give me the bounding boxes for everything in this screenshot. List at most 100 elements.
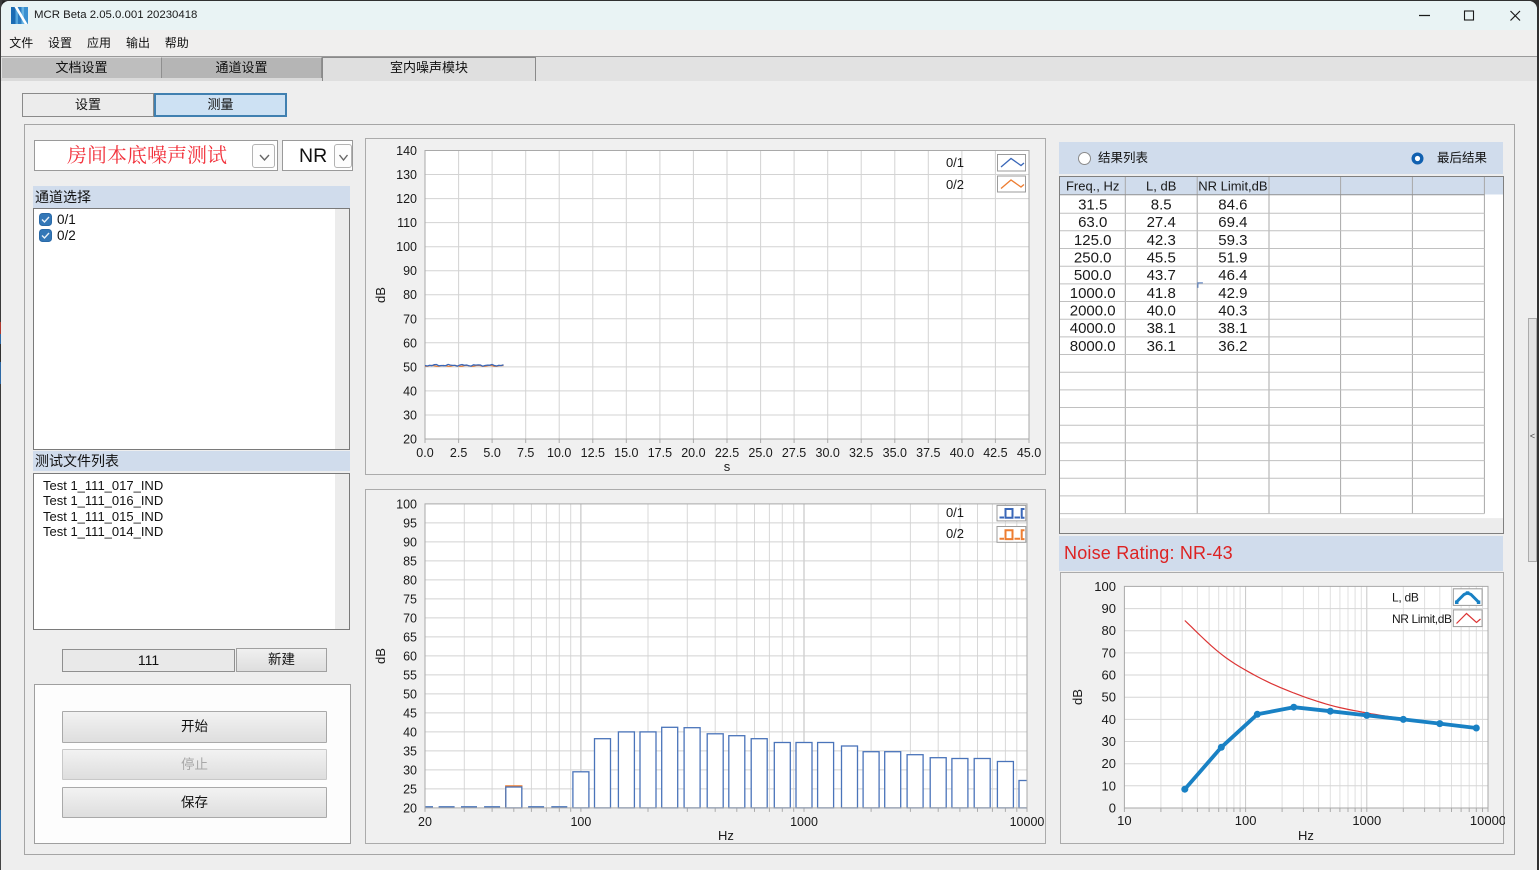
svg-text:70: 70 <box>403 611 417 625</box>
svg-text:50: 50 <box>403 360 417 374</box>
svg-text:8000.0: 8000.0 <box>1070 338 1116 355</box>
svg-text:17.5: 17.5 <box>648 446 672 460</box>
svg-text:84.6: 84.6 <box>1218 197 1247 214</box>
svg-text:32.5: 32.5 <box>849 446 873 460</box>
svg-text:100: 100 <box>1094 579 1116 594</box>
svg-text:46.4: 46.4 <box>1218 267 1247 284</box>
svg-text:20: 20 <box>403 433 417 447</box>
svg-text:140: 140 <box>396 144 417 158</box>
svg-text:0: 0 <box>1109 801 1116 816</box>
svg-text:dB: dB <box>373 648 388 664</box>
svg-text:20: 20 <box>403 801 417 815</box>
svg-text:1000: 1000 <box>1352 813 1381 828</box>
svg-text:s: s <box>724 459 731 474</box>
svg-text:36.1: 36.1 <box>1147 338 1176 355</box>
svg-text:80: 80 <box>1102 623 1116 638</box>
svg-text:45.0: 45.0 <box>1017 446 1041 460</box>
svg-text:40.0: 40.0 <box>950 446 974 460</box>
svg-text:0/1: 0/1 <box>946 505 964 520</box>
svg-text:27.5: 27.5 <box>782 446 806 460</box>
svg-text:40: 40 <box>403 725 417 739</box>
svg-text:22.5: 22.5 <box>715 446 739 460</box>
svg-text:5.0: 5.0 <box>483 446 500 460</box>
svg-text:8.5: 8.5 <box>1151 197 1172 214</box>
svg-text:12.5: 12.5 <box>581 446 605 460</box>
svg-text:27.4: 27.4 <box>1147 214 1176 231</box>
svg-text:41.8: 41.8 <box>1147 285 1176 302</box>
svg-text:10: 10 <box>1102 778 1116 793</box>
svg-text:25: 25 <box>403 782 417 796</box>
svg-text:100: 100 <box>396 497 417 511</box>
svg-text:51.9: 51.9 <box>1218 250 1247 267</box>
svg-text:L, dB: L, dB <box>1392 591 1419 605</box>
svg-text:1000.0: 1000.0 <box>1070 285 1116 302</box>
svg-text:38.1: 38.1 <box>1147 320 1176 337</box>
svg-text:500.0: 500.0 <box>1074 267 1112 284</box>
svg-text:45: 45 <box>403 706 417 720</box>
svg-text:2000.0: 2000.0 <box>1070 303 1116 320</box>
svg-text:69.4: 69.4 <box>1218 214 1247 231</box>
svg-text:dB: dB <box>373 287 388 303</box>
svg-text:15.0: 15.0 <box>614 446 638 460</box>
svg-text:90: 90 <box>403 264 417 278</box>
svg-text:63.0: 63.0 <box>1078 214 1107 231</box>
svg-text:85: 85 <box>403 554 417 568</box>
svg-text:37.5: 37.5 <box>916 446 940 460</box>
svg-text:100: 100 <box>570 815 591 829</box>
svg-text:100: 100 <box>1235 813 1257 828</box>
svg-text:Hz: Hz <box>718 828 734 843</box>
svg-text:90: 90 <box>1102 601 1116 616</box>
svg-text:dB: dB <box>1070 689 1085 705</box>
svg-text:95: 95 <box>403 516 417 530</box>
svg-text:NR Limit,dB: NR Limit,dB <box>1392 612 1452 626</box>
svg-text:36.2: 36.2 <box>1218 338 1247 355</box>
svg-text:70: 70 <box>403 312 417 326</box>
svg-text:100: 100 <box>396 240 417 254</box>
svg-text:0/1: 0/1 <box>946 155 964 170</box>
svg-text:40.0: 40.0 <box>1147 303 1176 320</box>
svg-text:20: 20 <box>1102 756 1116 771</box>
svg-text:120: 120 <box>396 192 417 206</box>
svg-text:50: 50 <box>1102 690 1116 705</box>
svg-text:20.0: 20.0 <box>681 446 705 460</box>
svg-text:60: 60 <box>403 336 417 350</box>
svg-text:0.0: 0.0 <box>416 446 433 460</box>
svg-text:25.0: 25.0 <box>748 446 772 460</box>
svg-text:75: 75 <box>403 592 417 606</box>
svg-text:Hz: Hz <box>1298 828 1314 843</box>
svg-text:4000.0: 4000.0 <box>1070 320 1116 337</box>
svg-text:42.3: 42.3 <box>1147 232 1176 249</box>
svg-text:60: 60 <box>1102 668 1116 683</box>
svg-text:250.0: 250.0 <box>1074 250 1112 267</box>
svg-text:80: 80 <box>403 288 417 302</box>
svg-text:40.3: 40.3 <box>1218 303 1247 320</box>
svg-text:65: 65 <box>403 630 417 644</box>
svg-text:42.9: 42.9 <box>1218 285 1247 302</box>
svg-text:59.3: 59.3 <box>1218 232 1247 249</box>
svg-text:10000: 10000 <box>1470 813 1505 828</box>
svg-text:110: 110 <box>397 216 417 230</box>
svg-text:30: 30 <box>403 409 417 423</box>
svg-text:35.0: 35.0 <box>883 446 907 460</box>
svg-text:130: 130 <box>396 168 417 182</box>
svg-text:Freq., Hz: Freq., Hz <box>1066 179 1119 194</box>
svg-text:30.0: 30.0 <box>816 446 840 460</box>
svg-text:1000: 1000 <box>790 815 818 829</box>
svg-text:43.7: 43.7 <box>1147 267 1176 284</box>
svg-text:0/2: 0/2 <box>946 177 964 192</box>
svg-text:45.5: 45.5 <box>1147 250 1176 267</box>
svg-text:42.5: 42.5 <box>983 446 1007 460</box>
svg-text:10.0: 10.0 <box>547 446 571 460</box>
svg-text:2.5: 2.5 <box>450 446 467 460</box>
svg-text:10000: 10000 <box>1010 815 1045 829</box>
svg-text:30: 30 <box>403 763 417 777</box>
svg-text:0/2: 0/2 <box>946 526 964 541</box>
svg-text:NR Limit,dB: NR Limit,dB <box>1198 179 1267 194</box>
svg-text:55: 55 <box>403 668 417 682</box>
svg-text:L, dB: L, dB <box>1146 179 1176 194</box>
svg-text:7.5: 7.5 <box>517 446 534 460</box>
svg-text:50: 50 <box>403 687 417 701</box>
svg-text:70: 70 <box>1102 645 1116 660</box>
svg-text:60: 60 <box>403 649 417 663</box>
svg-text:40: 40 <box>1102 712 1116 727</box>
